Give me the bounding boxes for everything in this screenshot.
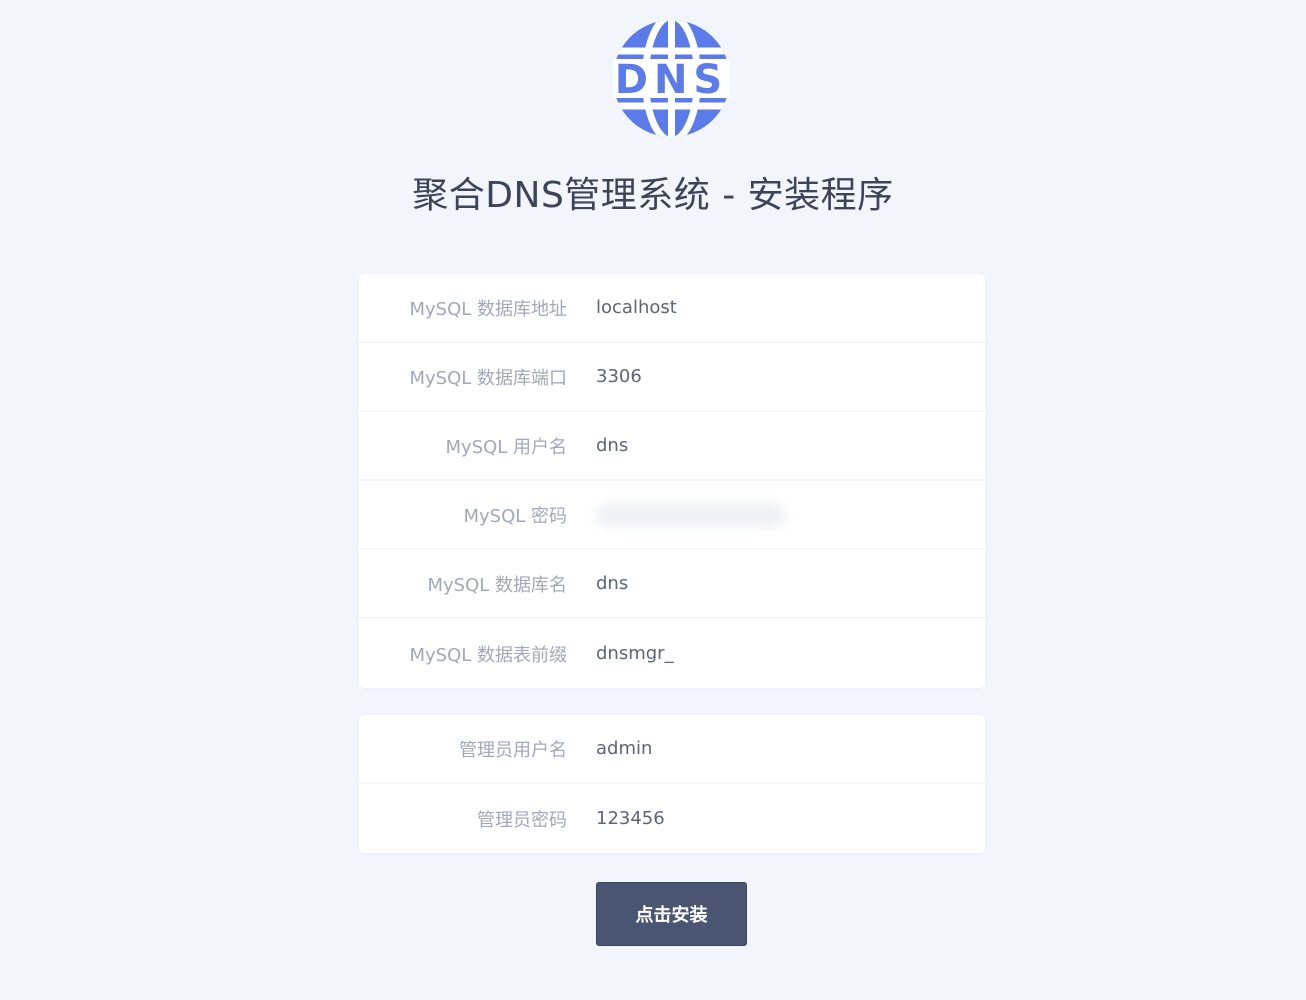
db-host-label: MySQL 数据库地址: [409, 298, 567, 320]
db-password-row: MySQL 密码: [359, 481, 985, 550]
logo-text: DNS: [615, 57, 729, 103]
db-password-label: MySQL 密码: [463, 505, 567, 527]
install-button[interactable]: 点击安装: [596, 882, 747, 946]
db-prefix-input[interactable]: [596, 633, 956, 674]
page-title: 聚合DNS管理系统 - 安装程序: [412, 175, 894, 216]
admin-password-label: 管理员密码: [477, 809, 567, 831]
db-user-row: MySQL 用户名: [359, 412, 985, 481]
admin-username-row: 管理员用户名: [359, 715, 985, 784]
admin-password-input[interactable]: [596, 798, 956, 839]
admin-settings-card: 管理员用户名 管理员密码: [359, 715, 985, 853]
db-name-input[interactable]: [596, 563, 956, 604]
db-host-row: MySQL 数据库地址: [359, 274, 985, 343]
database-settings-card: MySQL 数据库地址 MySQL 数据库端口 MySQL 用户名 MySQL …: [359, 274, 985, 688]
db-port-input[interactable]: [596, 356, 956, 397]
admin-username-input[interactable]: [596, 728, 956, 769]
db-user-label: MySQL 用户名: [445, 436, 567, 458]
db-prefix-label: MySQL 数据表前缀: [409, 644, 567, 666]
db-prefix-row: MySQL 数据表前缀: [359, 619, 985, 688]
db-port-row: MySQL 数据库端口: [359, 343, 985, 412]
db-host-input[interactable]: [596, 287, 956, 328]
db-user-input[interactable]: [596, 425, 956, 466]
admin-password-row: 管理员密码: [359, 784, 985, 853]
admin-username-label: 管理员用户名: [459, 739, 567, 761]
dns-logo-icon: DNS: [613, 20, 730, 137]
db-password-input[interactable]: [596, 502, 786, 527]
db-name-label: MySQL 数据库名: [427, 574, 567, 596]
db-name-row: MySQL 数据库名: [359, 550, 985, 619]
db-port-label: MySQL 数据库端口: [409, 367, 567, 389]
